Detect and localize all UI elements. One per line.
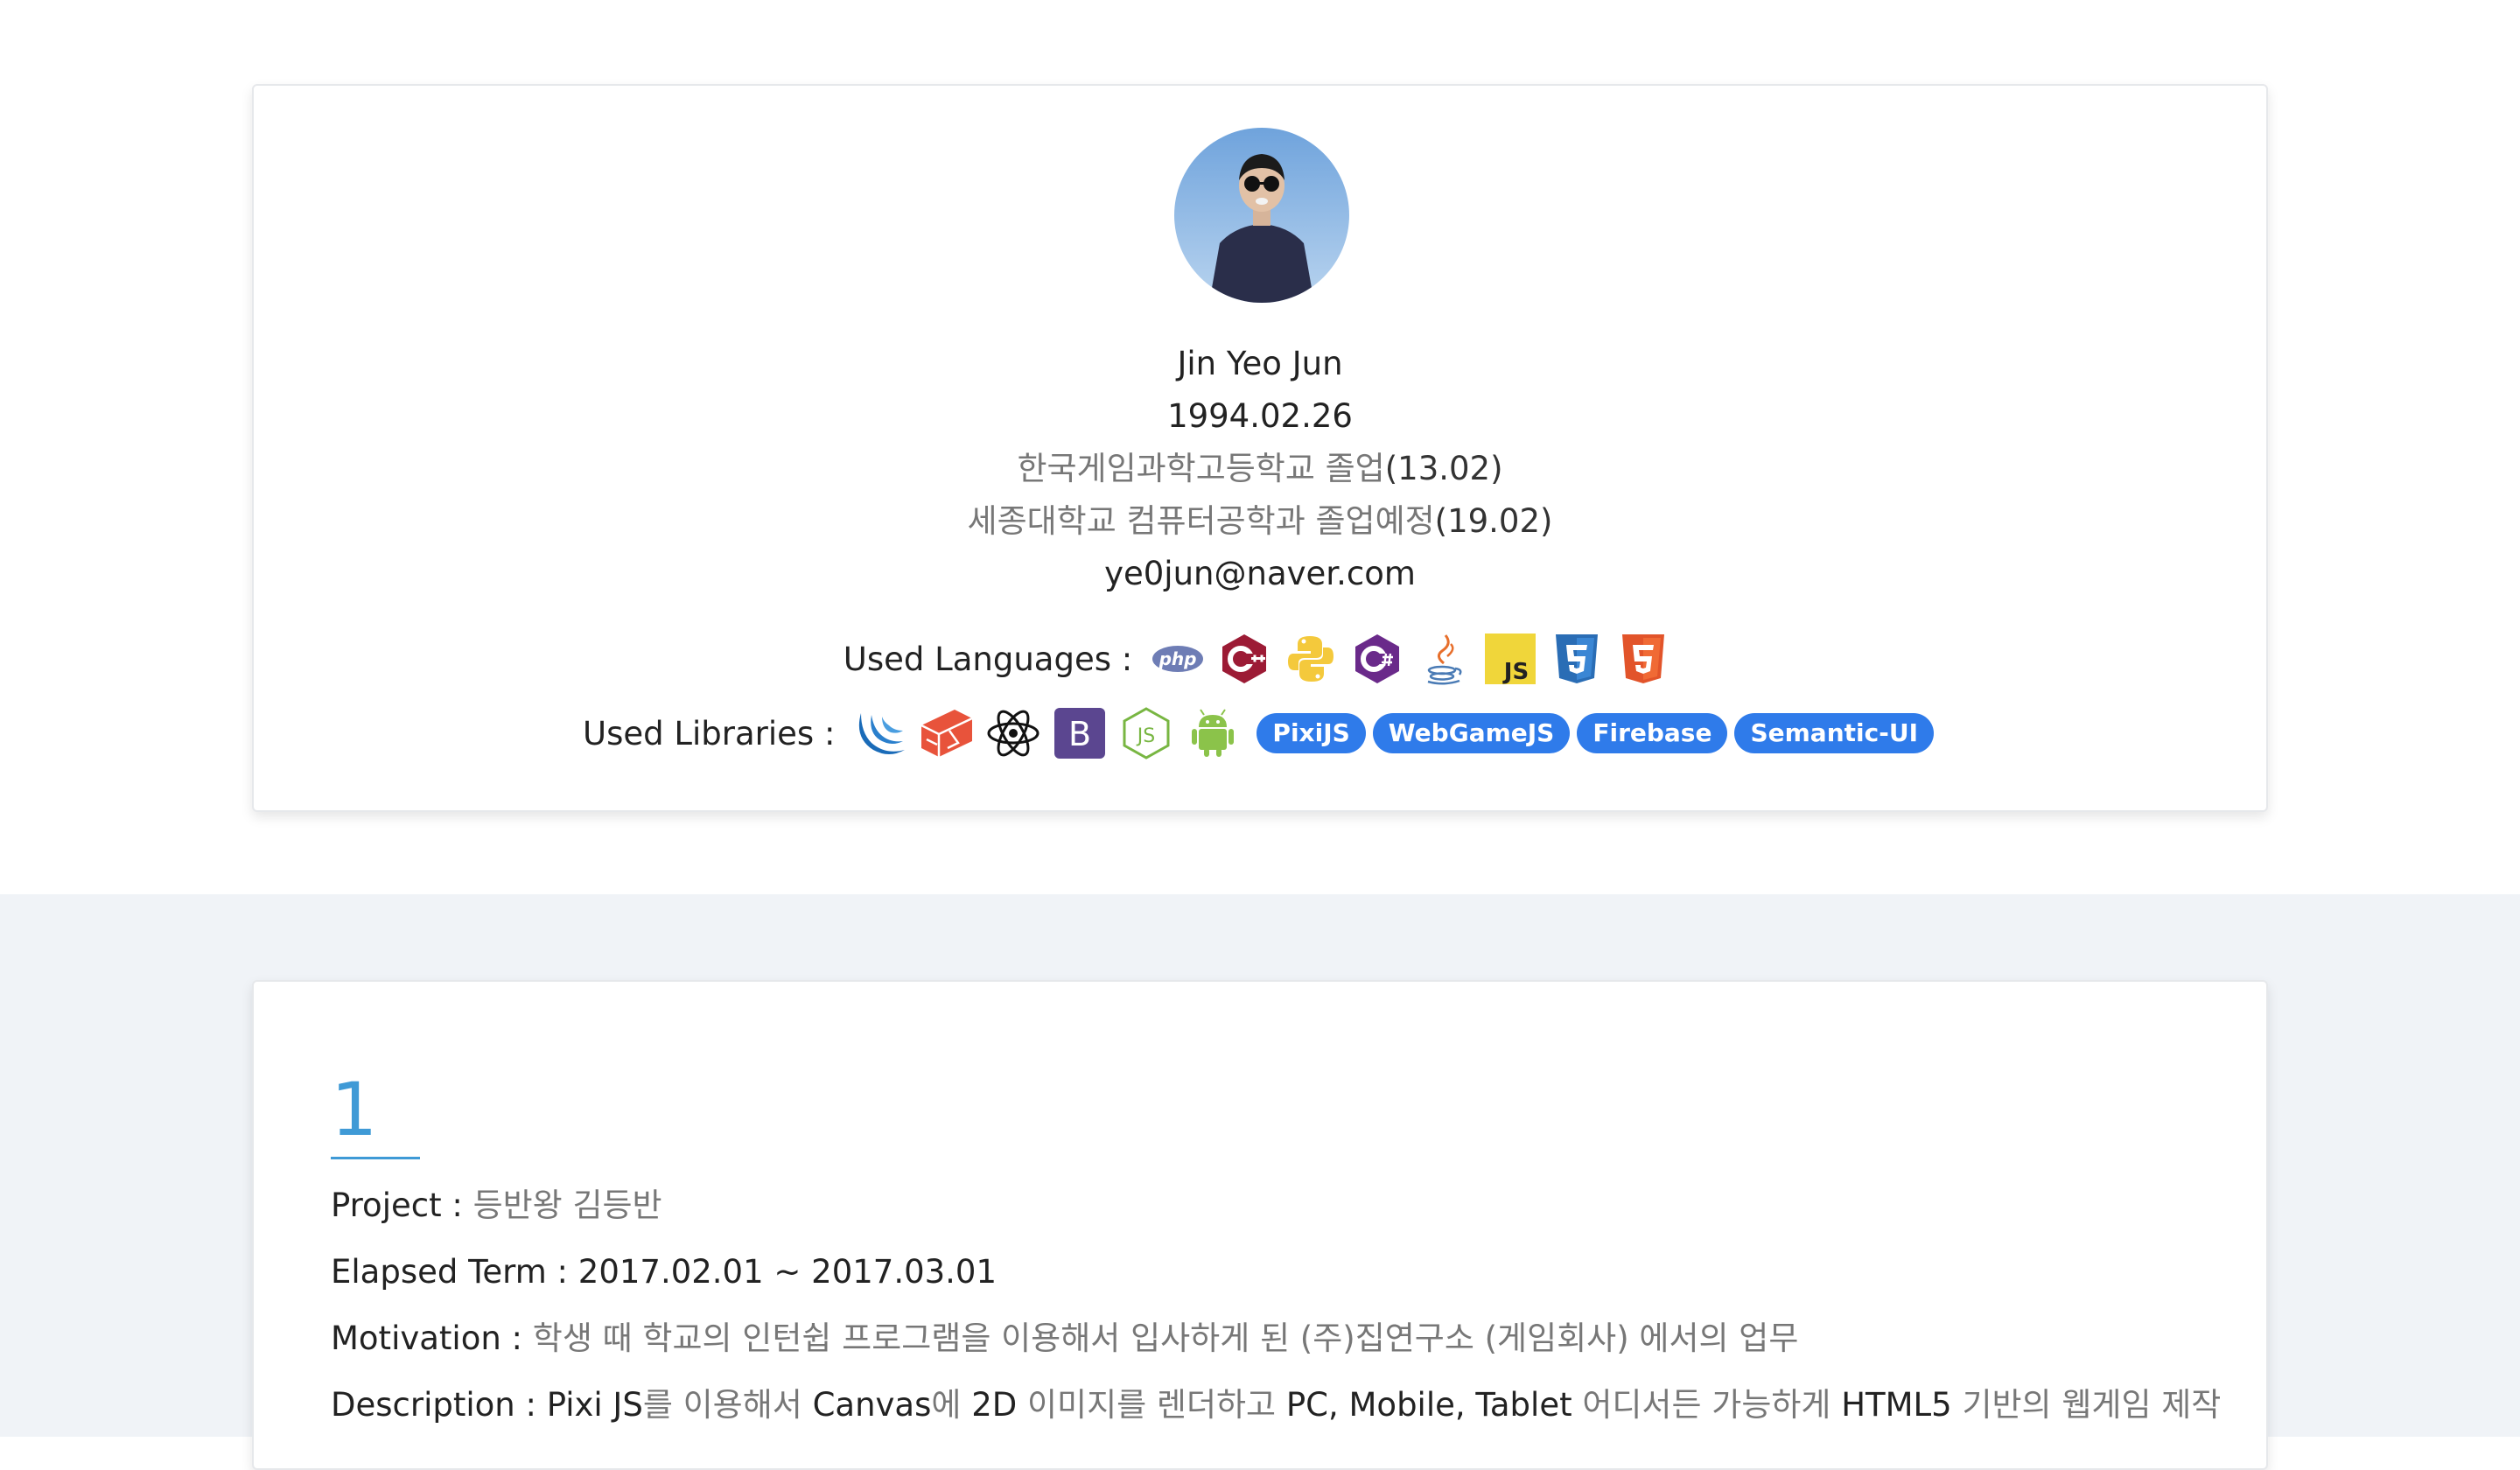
project-number: 1 (331, 1067, 378, 1152)
elapsed-term-line: Elapsed Term : 2017.02.01 ~ 2017.03.01 (331, 1239, 2212, 1306)
highschool-date: (13.02) (1384, 450, 1503, 487)
react-icon (986, 706, 1040, 760)
highschool-text: 한국게임과학고등학교 졸업 (1017, 450, 1385, 487)
cplusplus-icon (1217, 632, 1271, 686)
used-languages-label: Used Languages : (843, 640, 1133, 678)
project-number-underline (331, 1157, 420, 1159)
avatar (1174, 128, 1349, 303)
used-libraries-row: Used Libraries : B JS PixiJS WebGameJS F… (254, 698, 2266, 768)
csharp-icon (1350, 632, 1404, 686)
description-part: PC, Mobile, Tablet (1285, 1386, 1572, 1424)
project-card: 1 Project : 등반왕 김등반 Elapsed Term : 2017.… (252, 980, 2268, 1470)
bootstrap-icon: B (1053, 706, 1107, 760)
elapsed-term-label: Elapsed Term : (331, 1253, 578, 1291)
description-part: 를 이용해서 (642, 1386, 813, 1424)
profile-university: 세종대학교 컴퓨터공학과 졸업예정(19.02) (254, 495, 2266, 548)
svg-text:php: php (1158, 648, 1197, 669)
javascript-icon: JS (1483, 632, 1537, 686)
library-pill-pixijs: PixiJS (1256, 713, 1366, 753)
description-part: 2D (971, 1386, 1018, 1424)
profile-highschool: 한국게임과학고등학교 졸업(13.02) (254, 443, 2266, 495)
profile-name: Jin Yeo Jun (1177, 345, 1343, 382)
laravel-icon (920, 706, 974, 760)
library-pill-semantic-ui: Semantic-UI (1734, 713, 1934, 753)
svg-text:B: B (1068, 715, 1091, 753)
motivation-value: 학생 때 학교의 인턴쉽 프로그램을 이용해서 입사하게 된 (주)집연구소 (… (532, 1320, 1799, 1357)
library-pill-firebase: Firebase (1577, 713, 1728, 753)
description-part: 기반의 웹게임 제작 (1951, 1386, 2222, 1424)
profile-birthdate: 1994.02.26 (1167, 397, 1353, 435)
android-icon (1186, 706, 1240, 760)
description-part: 어디서든 가능하게 (1572, 1386, 1842, 1424)
library-pill-webgamejs: WebGameJS (1372, 713, 1571, 753)
svg-text:JS: JS (1502, 659, 1529, 684)
php-icon: php (1151, 632, 1205, 686)
profile-email: ye0jun@naver.com (1104, 555, 1416, 592)
used-languages-row: Used Languages : php JS (254, 628, 2266, 690)
description-part: Canvas (812, 1386, 932, 1424)
svg-text:JS: JS (1136, 725, 1155, 747)
css3-icon (1550, 632, 1604, 686)
jquery-icon (853, 706, 907, 760)
project-label: Project : (331, 1186, 473, 1224)
nodejs-icon: JS (1119, 706, 1173, 760)
description-part: 에 (931, 1386, 972, 1424)
project-name-line: Project : 등반왕 김등반 (331, 1172, 2212, 1239)
university-date: (19.02) (1434, 502, 1553, 540)
used-libraries-label: Used Libraries : (583, 714, 836, 752)
elapsed-term-value: 2017.02.01 ~ 2017.03.01 (578, 1253, 997, 1291)
description-part: 이미지를 렌더하고 (1017, 1386, 1286, 1424)
profile-card: Jin Yeo Jun 1994.02.26 한국게임과학고등학교 졸업(13.… (252, 84, 2268, 812)
project-value: 등반왕 김등반 (472, 1186, 662, 1224)
description-line: Description : Pixi JS를 이용해서 Canvas에 2D 이… (331, 1372, 2221, 1438)
university-text: 세종대학교 컴퓨터공학과 졸업예정 (967, 502, 1435, 540)
java-icon (1417, 632, 1471, 686)
description-label: Description : (331, 1386, 547, 1424)
description-part: Pixi JS (546, 1386, 643, 1424)
python-icon (1284, 632, 1338, 686)
description-part: HTML5 (1841, 1386, 1952, 1424)
html5-icon (1616, 632, 1670, 686)
motivation-line: Motivation : 학생 때 학교의 인턴쉽 프로그램을 이용해서 입사하… (331, 1306, 2212, 1372)
motivation-label: Motivation : (331, 1320, 533, 1357)
library-pills: PixiJS WebGameJS Firebase Semantic-UI (1253, 713, 1937, 753)
